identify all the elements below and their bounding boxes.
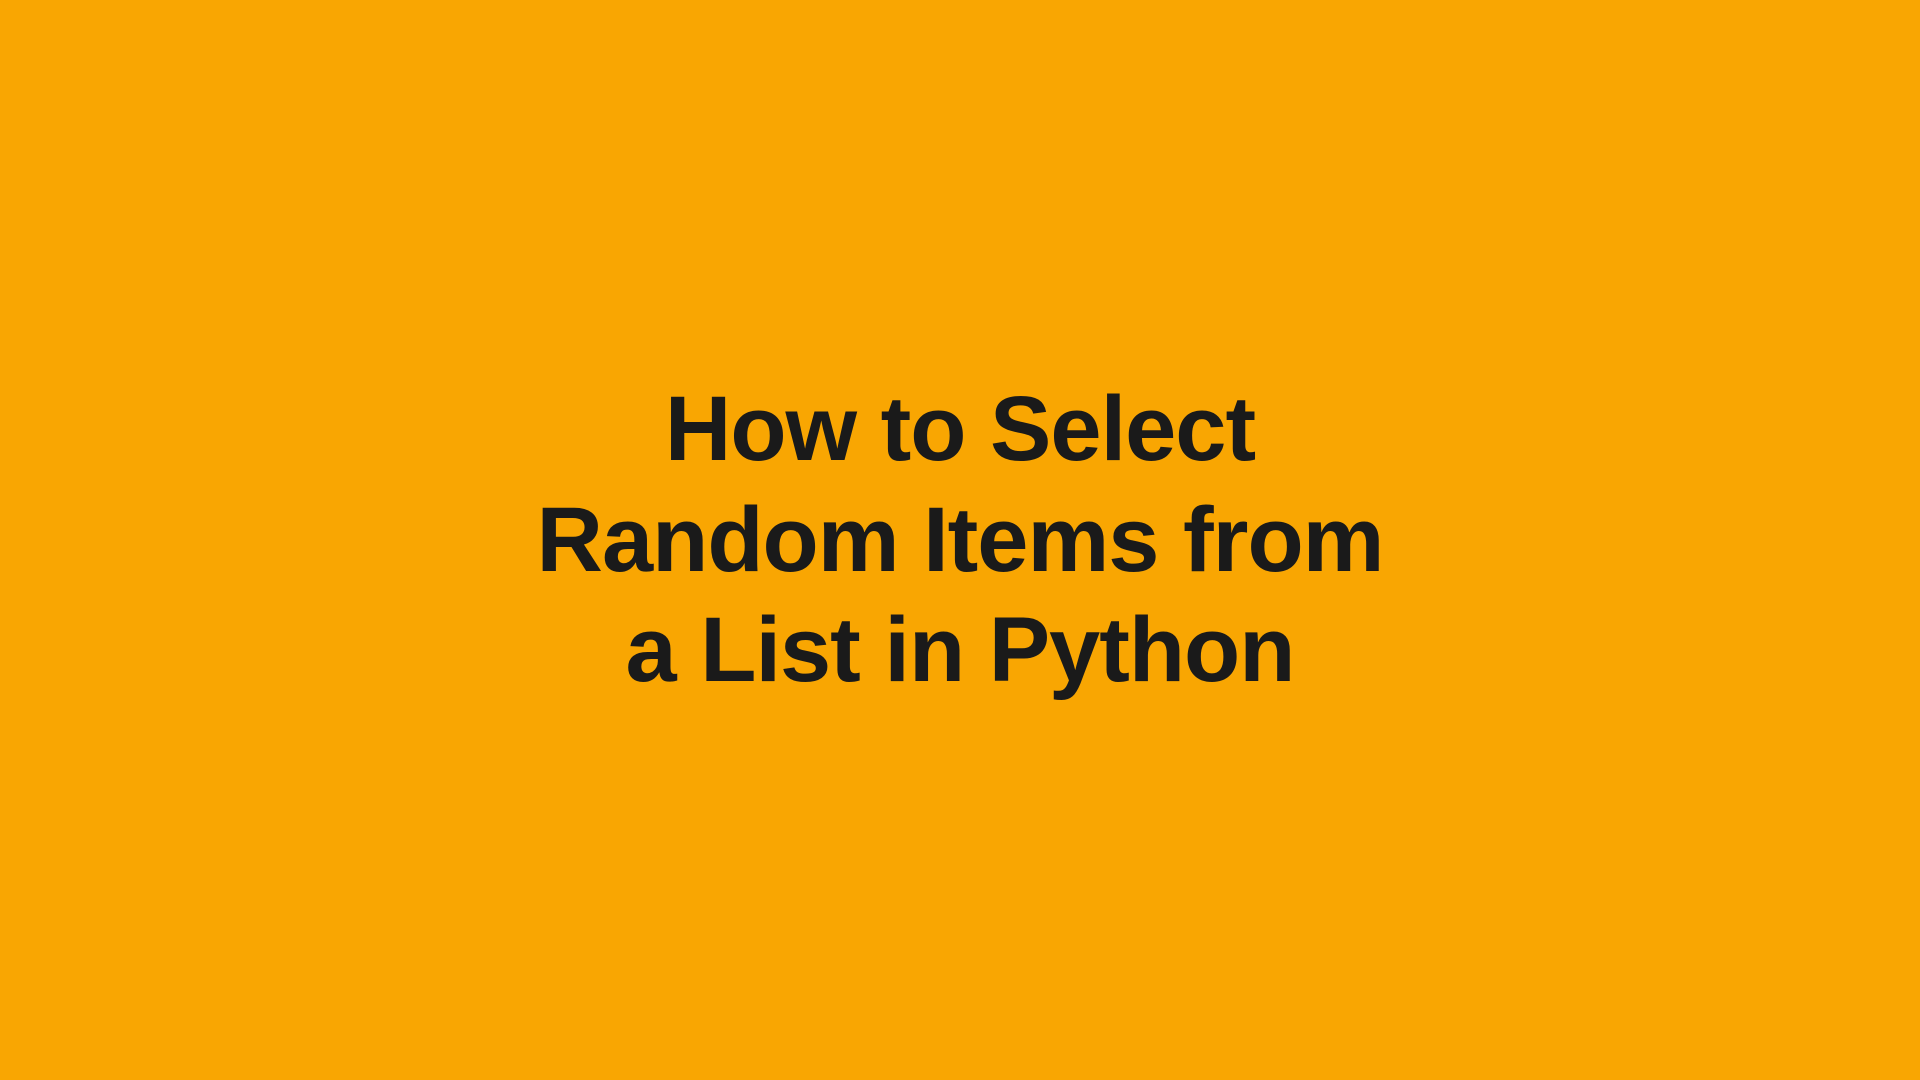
title-line-1: How to Select [665, 378, 1255, 480]
page-title: How to Select Random Items from a List i… [537, 374, 1384, 705]
title-line-3: a List in Python [626, 599, 1295, 701]
title-line-2: Random Items from [537, 489, 1384, 591]
